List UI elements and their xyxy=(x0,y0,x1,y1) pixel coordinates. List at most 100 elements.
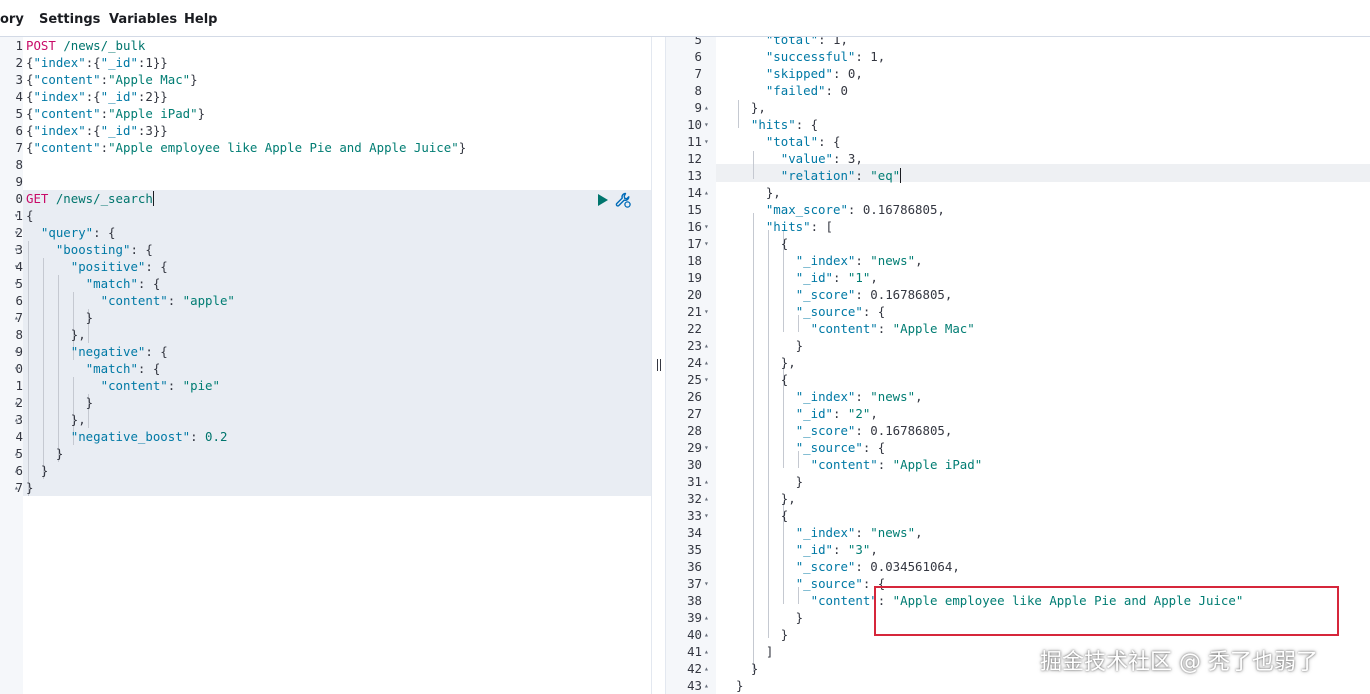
response-code-line[interactable]: 5 "total": 1, xyxy=(666,37,1370,48)
response-code-line[interactable]: 23 ▴ } xyxy=(666,337,1370,354)
play-icon[interactable] xyxy=(598,194,608,206)
fold-open-icon[interactable]: ▾ xyxy=(704,116,709,133)
menu-item-settings[interactable]: Settings xyxy=(39,12,100,28)
request-code-line[interactable]: 7 ▴} xyxy=(0,479,651,496)
response-code-line[interactable]: 13 "relation": "eq" xyxy=(666,167,1370,184)
fold-close-icon[interactable]: ▴ xyxy=(14,394,19,411)
response-code-line[interactable]: 6 "successful": 1, xyxy=(666,48,1370,65)
fold-close-icon[interactable]: ▴ xyxy=(14,479,19,496)
response-code-line[interactable]: 26 "_index": "news", xyxy=(666,388,1370,405)
fold-open-icon[interactable]: ▾ xyxy=(704,371,709,388)
fold-close-icon[interactable]: ▴ xyxy=(704,643,709,660)
fold-open-icon[interactable]: ▾ xyxy=(704,439,709,456)
fold-close-icon[interactable]: ▴ xyxy=(14,411,19,428)
request-code-line[interactable]: 5 ▴ } xyxy=(0,445,651,462)
menu-item-history[interactable]: ory xyxy=(0,12,24,28)
fold-open-icon[interactable]: ▾ xyxy=(14,224,19,241)
response-code-line[interactable]: 36 "_score": 0.034561064, xyxy=(666,558,1370,575)
response-code-line[interactable]: 19 "_id": "1", xyxy=(666,269,1370,286)
fold-open-icon[interactable]: ▾ xyxy=(14,258,19,275)
fold-close-icon[interactable]: ▴ xyxy=(704,677,709,694)
fold-open-icon[interactable]: ▾ xyxy=(704,575,709,592)
response-code-line[interactable]: 15 "max_score": 0.16786805, xyxy=(666,201,1370,218)
request-code-line[interactable]: 0 GET /news/_search xyxy=(0,190,651,207)
fold-close-icon[interactable]: ▴ xyxy=(704,490,709,507)
response-code-line[interactable]: 20 "_score": 0.16786805, xyxy=(666,286,1370,303)
response-code-line[interactable]: 31 ▴ } xyxy=(666,473,1370,490)
fold-open-icon[interactable]: ▾ xyxy=(704,235,709,252)
request-code-line[interactable]: 6 "content": "apple" xyxy=(0,292,651,309)
request-code-line[interactable]: 8 xyxy=(0,156,651,173)
response-code-line[interactable]: 27 "_id": "2", xyxy=(666,405,1370,422)
fold-open-icon[interactable]: ▾ xyxy=(704,303,709,320)
request-code-line[interactable]: 9 ▾ "negative": { xyxy=(0,343,651,360)
request-code-line[interactable]: 7 ▴ } xyxy=(0,309,651,326)
fold-close-icon[interactable]: ▴ xyxy=(704,337,709,354)
request-code-line[interactable]: 6 {"index":{"_id":3}} xyxy=(0,122,651,139)
response-code-line[interactable]: 16 ▾ "hits": [ xyxy=(666,218,1370,235)
request-code-line[interactable]: 3 ▴ }, xyxy=(0,411,651,428)
fold-close-icon[interactable]: ▴ xyxy=(704,626,709,643)
response-code-line[interactable]: 35 "_id": "3", xyxy=(666,541,1370,558)
request-code-line[interactable]: 2 {"index":{"_id":1}} xyxy=(0,54,651,71)
request-code-line[interactable]: 5 ▾ "match": { xyxy=(0,275,651,292)
response-code-line[interactable]: 32 ▴ }, xyxy=(666,490,1370,507)
response-code-line[interactable]: 14 ▴ }, xyxy=(666,184,1370,201)
response-code-line[interactable]: 18 "_index": "news", xyxy=(666,252,1370,269)
response-code-line[interactable]: 21 ▾ "_source": { xyxy=(666,303,1370,320)
request-code-line[interactable]: 4 {"index":{"_id":2}} xyxy=(0,88,651,105)
request-code-line[interactable]: 4 "negative_boost": 0.2 xyxy=(0,428,651,445)
response-code-line[interactable]: 17 ▾ { xyxy=(666,235,1370,252)
request-code-line[interactable]: 0 ▾ "match": { xyxy=(0,360,651,377)
response-code-line[interactable]: 33 ▾ { xyxy=(666,507,1370,524)
fold-close-icon[interactable]: ▴ xyxy=(704,473,709,490)
request-code-line[interactable]: 1 POST /news/_bulk xyxy=(0,37,651,54)
request-code-line[interactable]: 5 {"content":"Apple iPad"} xyxy=(0,105,651,122)
request-code-line[interactable]: 7 {"content":"Apple employee like Apple P… xyxy=(0,139,651,156)
request-code-line[interactable]: 3 ▾ "boosting": { xyxy=(0,241,651,258)
request-code-line[interactable]: 2 ▴ } xyxy=(0,394,651,411)
response-code-line[interactable]: 22 "content": "Apple Mac" xyxy=(666,320,1370,337)
request-code-line[interactable]: 6 ▴ } xyxy=(0,462,651,479)
response-code-line[interactable]: 11 ▾ "total": { xyxy=(666,133,1370,150)
fold-open-icon[interactable]: ▾ xyxy=(704,507,709,524)
request-code-line[interactable]: 1 "content": "pie" xyxy=(0,377,651,394)
response-code-line[interactable]: 9 ▴ }, xyxy=(666,99,1370,116)
fold-close-icon[interactable]: ▴ xyxy=(14,309,19,326)
request-code-line[interactable]: 4 ▾ "positive": { xyxy=(0,258,651,275)
fold-open-icon[interactable]: ▾ xyxy=(704,133,709,150)
response-code-line[interactable]: 30 "content": "Apple iPad" xyxy=(666,456,1370,473)
fold-open-icon[interactable]: ▾ xyxy=(14,360,19,377)
request-code-line[interactable]: 3 {"content":"Apple Mac"} xyxy=(0,71,651,88)
request-editor[interactable]: 1 POST /news/_bulk 2 {"index":{"_id":1}} 3 {"… xyxy=(0,37,651,694)
fold-close-icon[interactable]: ▴ xyxy=(704,99,709,116)
fold-open-icon[interactable]: ▾ xyxy=(14,241,19,258)
fold-close-icon[interactable]: ▴ xyxy=(14,445,19,462)
response-code-line[interactable]: 28 "_score": 0.16786805, xyxy=(666,422,1370,439)
request-code-line[interactable]: 1 ▾ { xyxy=(0,207,651,224)
wrench-icon[interactable] xyxy=(614,191,632,209)
request-code-line[interactable]: 9 xyxy=(0,173,651,190)
fold-close-icon[interactable]: ▴ xyxy=(14,462,19,479)
response-code-line[interactable]: 10 ▾ "hits": { xyxy=(666,116,1370,133)
menu-item-help[interactable]: Help xyxy=(184,12,217,28)
menu-item-variables[interactable]: Variables xyxy=(109,12,177,28)
request-code-line[interactable]: 2 ▾ "query": { xyxy=(0,224,651,241)
response-code-line[interactable]: 25 ▾ { xyxy=(666,371,1370,388)
fold-close-icon[interactable]: ▴ xyxy=(704,184,709,201)
fold-close-icon[interactable]: ▴ xyxy=(704,609,709,626)
fold-open-icon[interactable]: ▾ xyxy=(704,218,709,235)
response-code-line[interactable]: 12 "value": 3, xyxy=(666,150,1370,167)
fold-open-icon[interactable]: ▾ xyxy=(14,207,19,224)
response-code-line[interactable]: 34 "_index": "news", xyxy=(666,524,1370,541)
fold-open-icon[interactable]: ▾ xyxy=(14,275,19,292)
response-code-line[interactable]: 8 "failed": 0 xyxy=(666,82,1370,99)
fold-close-icon[interactable]: ▴ xyxy=(704,660,709,677)
pane-splitter[interactable] xyxy=(651,37,666,694)
fold-open-icon[interactable]: ▾ xyxy=(14,343,19,360)
response-code-line[interactable]: 29 ▾ "_source": { xyxy=(666,439,1370,456)
response-code-line[interactable]: 24 ▴ }, xyxy=(666,354,1370,371)
splitter-grip-icon[interactable] xyxy=(657,359,661,371)
fold-close-icon[interactable]: ▴ xyxy=(704,354,709,371)
response-code-line[interactable]: 43 ▴} xyxy=(666,677,1370,694)
